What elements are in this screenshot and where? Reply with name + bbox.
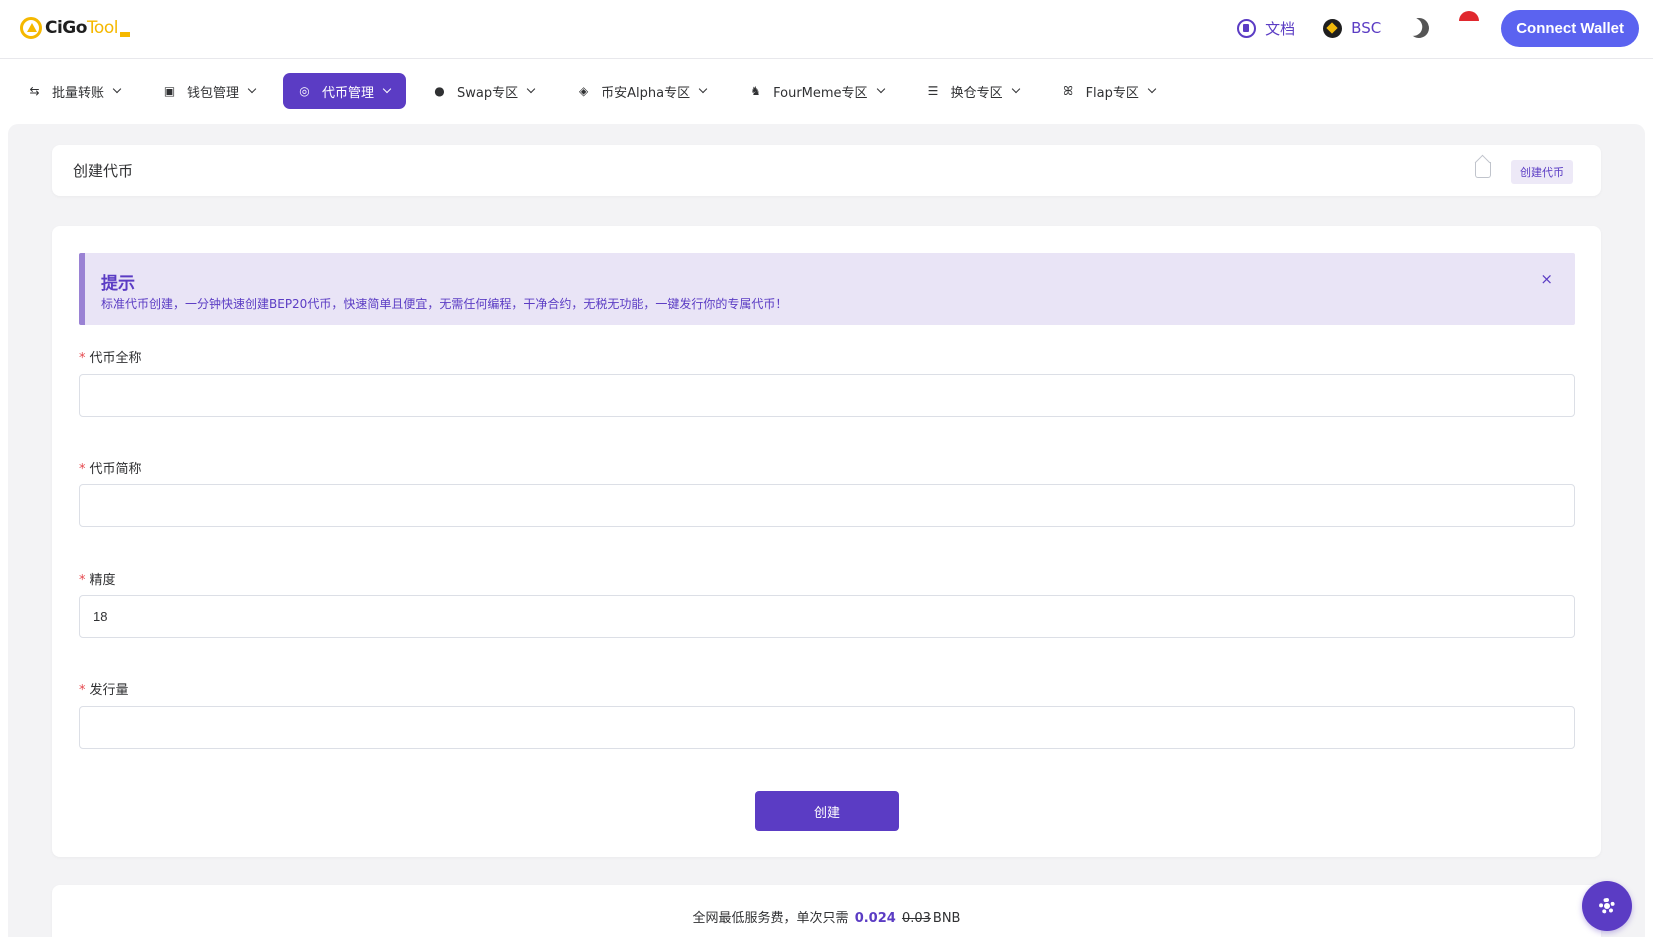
header-actions: 文档 BSC Connect Wallet [1237, 9, 1639, 47]
page-title: 创建代币 [73, 162, 134, 180]
logo[interactable]: CiGoTool [20, 14, 130, 42]
chevron-down-icon [112, 84, 122, 94]
token-supply-input[interactable] [79, 706, 1575, 749]
nav-item-wallet[interactable]: ▣ 钱包管理 [148, 73, 271, 109]
fee-old-price: 0.03 [901, 911, 931, 926]
nav-item-swap-position[interactable]: ☰ 换仓专区 [912, 73, 1035, 109]
bsc-chain-icon [1323, 18, 1343, 38]
nav-item-binance-alpha[interactable]: ◈ 币安Alpha专区 [562, 73, 722, 109]
create-token-form: 提示 标准代币创建，一分钟快速创建BEP20代币，快速简单且便宜，无需任何编程，… [52, 226, 1601, 857]
chain-selector[interactable]: BSC [1323, 18, 1382, 38]
fee-card: 全网最低服务费，单次只需 0.024 0.03 BNB [52, 885, 1601, 937]
docs-label: 文档 [1265, 19, 1296, 38]
batch-transfer-icon: ⇆ [29, 84, 40, 98]
chevron-down-icon [247, 84, 257, 94]
settings-button[interactable] [1582, 881, 1632, 931]
breadcrumb[interactable]: 创建代币 [1511, 160, 1573, 184]
tip-title: 提示 [101, 274, 135, 294]
home-icon[interactable] [1475, 162, 1491, 178]
tip-alert: 提示 标准代币创建，一分钟快速创建BEP20代币，快速简单且便宜，无需任何编程，… [79, 253, 1575, 325]
chevron-down-icon [698, 84, 708, 94]
nav-item-fourmeme[interactable]: ♞ FourMeme专区 [734, 73, 899, 109]
chevron-down-icon [876, 84, 885, 94]
nav-label: 换仓专区 [950, 85, 1003, 101]
create-token-button[interactable]: 创建 [755, 791, 899, 831]
binance-icon: ◈ [579, 84, 589, 98]
language-flag-icon[interactable] [1459, 11, 1480, 31]
nav-label: FourMeme专区 [773, 85, 868, 101]
token-name-label: * 代币全称 [79, 351, 142, 366]
tip-description: 标准代币创建，一分钟快速创建BEP20代币，快速简单且便宜，无需任何编程，干净合… [101, 297, 788, 311]
nav-label: Swap专区 [457, 85, 519, 101]
page-title-card: 创建代币 创建代币 [52, 145, 1601, 196]
butterfly-icon: ꕤ [1063, 84, 1074, 98]
main-nav: ⇆ 批量转账 ▣ 钱包管理 ◎ 代币管理 ● Swap专区 ◈ 币安Alpha专… [13, 73, 1183, 109]
nav-label: 批量转账 [52, 85, 105, 101]
nav-item-flap[interactable]: ꕤ Flap专区 [1047, 73, 1171, 109]
nav-label: 代币管理 [322, 85, 375, 101]
token-symbol-label: * 代币简称 [79, 462, 142, 477]
token-decimals-label: * 精度 [79, 573, 116, 588]
token-name-input[interactable] [79, 374, 1575, 417]
moon-icon[interactable] [1406, 15, 1432, 41]
close-icon[interactable]: × [1540, 270, 1553, 288]
logo-text: CiGoTool [45, 18, 118, 38]
chain-label: BSC [1351, 19, 1382, 37]
token-icon: ◎ [299, 84, 310, 98]
fee-price: 0.024 [854, 911, 896, 926]
logo-icon [20, 17, 42, 39]
nav-label: Flap专区 [1085, 85, 1139, 101]
service-fee-text: 全网最低服务费，单次只需 0.024 0.03 BNB [692, 911, 961, 926]
coins-icon: ☰ [927, 84, 939, 98]
gear-icon [1599, 898, 1615, 914]
chevron-down-icon [1147, 84, 1157, 94]
token-supply-label: * 发行量 [79, 683, 129, 698]
document-icon [1237, 18, 1257, 38]
nav-item-batch-transfer[interactable]: ⇆ 批量转账 [13, 73, 136, 109]
connect-wallet-button[interactable]: Connect Wallet [1501, 9, 1639, 47]
chevron-down-icon [382, 84, 392, 94]
fourmeme-icon: ♞ [750, 84, 761, 98]
top-header: CiGoTool 文档 BSC Connect Wallet [0, 0, 1653, 59]
nav-label: 币安Alpha专区 [601, 85, 691, 101]
nav-item-token[interactable]: ◎ 代币管理 [283, 73, 407, 109]
nav-item-swap[interactable]: ● Swap专区 [418, 73, 550, 109]
bunny-icon: ● [434, 84, 445, 98]
chevron-down-icon [526, 84, 536, 94]
wallet-icon: ▣ [163, 84, 176, 98]
docs-link[interactable]: 文档 [1237, 18, 1295, 39]
chevron-down-icon [1011, 84, 1020, 94]
fee-unit: BNB [932, 911, 961, 926]
token-symbol-input[interactable] [79, 484, 1575, 527]
token-decimals-input[interactable] [79, 595, 1575, 638]
logo-badge [119, 31, 130, 37]
nav-label: 钱包管理 [187, 85, 240, 101]
